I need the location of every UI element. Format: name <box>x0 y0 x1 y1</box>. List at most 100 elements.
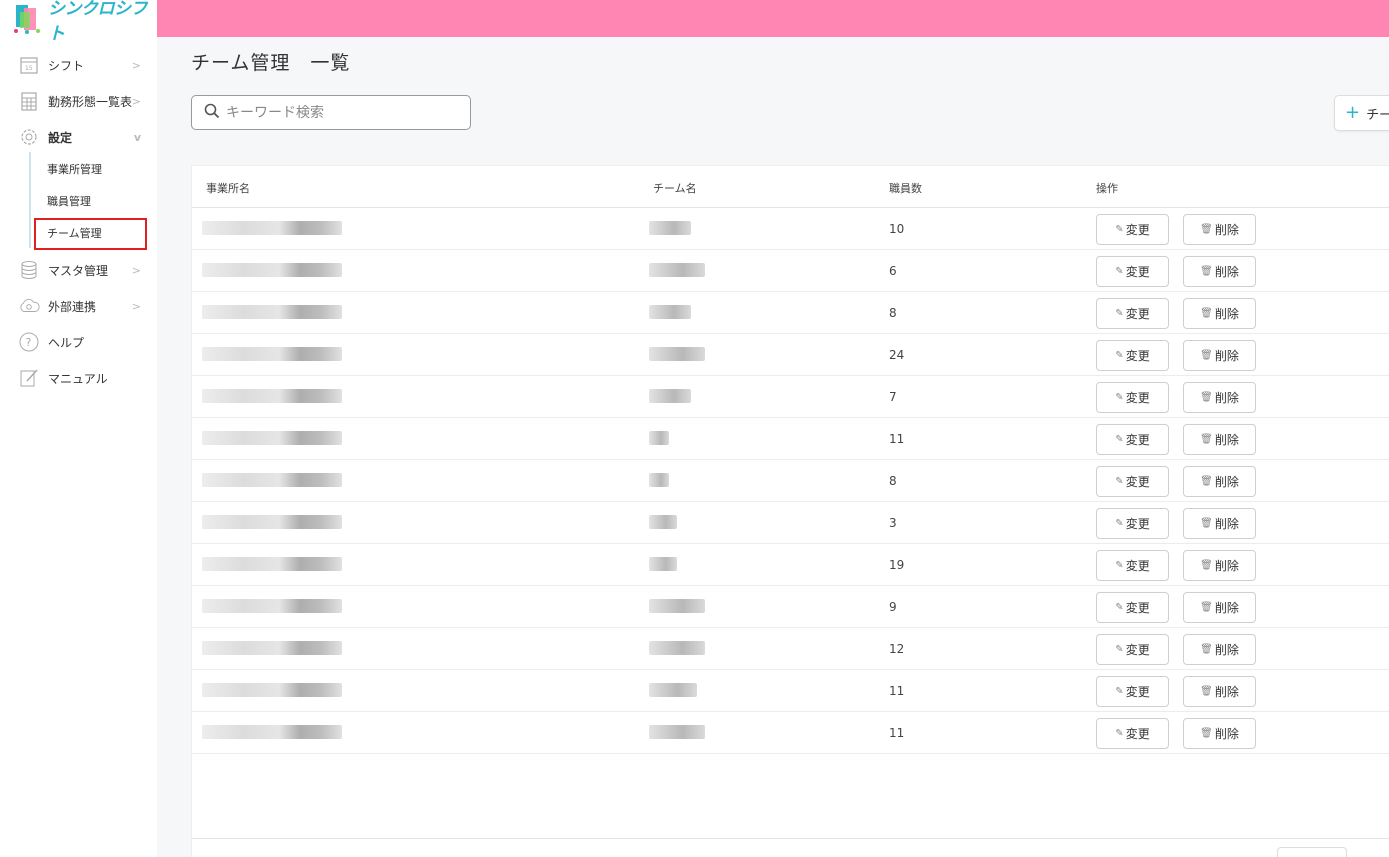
chevron-right-icon: > <box>131 94 141 108</box>
pagination-button[interactable] <box>1277 847 1347 857</box>
sidebar-item-label: 勤務形態一覧表 <box>48 94 133 109</box>
chevron-down-icon: v <box>133 130 141 144</box>
sidebar-item-manual[interactable]: マニュアル <box>0 363 157 393</box>
delete-button[interactable]: 🗑 削除 <box>1183 676 1256 707</box>
svg-text:?: ? <box>26 336 32 349</box>
table-row: 3 ✎ 変更 🗑 削除 <box>192 502 1389 544</box>
table-row: 12 ✎ 変更 🗑 削除 <box>192 628 1389 670</box>
pencil-icon: ✎ <box>1115 728 1124 739</box>
chevron-right-icon: > <box>131 263 141 277</box>
staff-count: 7 <box>889 390 897 404</box>
sidebar-item-integration[interactable]: 外部連携 > <box>0 291 157 321</box>
sidebar-item-label: シフト <box>48 58 85 73</box>
staff-count: 11 <box>889 726 905 740</box>
pencil-icon: ✎ <box>1115 602 1124 613</box>
sidebar-item-label: 外部連携 <box>48 299 97 314</box>
sidebar-item-label: マスタ管理 <box>48 263 109 278</box>
edit-button[interactable]: ✎ 変更 <box>1096 508 1169 539</box>
team-name-redacted <box>649 557 677 571</box>
edit-button[interactable]: ✎ 変更 <box>1096 634 1169 665</box>
gear-icon <box>18 126 40 148</box>
edit-button[interactable]: ✎ 変更 <box>1096 340 1169 371</box>
edit-button[interactable]: ✎ 変更 <box>1096 466 1169 497</box>
edit-button[interactable]: ✎ 変更 <box>1096 718 1169 749</box>
pencil-icon: ✎ <box>1115 476 1124 487</box>
sidebar: シンクロシフト 15 シフト > 勤務形態一覧表 > 設定 v 事業所管理 職員… <box>0 0 157 857</box>
add-button-label: チー <box>1366 107 1389 123</box>
delete-button-label: 削除 <box>1214 643 1239 657</box>
team-name-redacted <box>649 263 705 277</box>
staff-count: 3 <box>889 516 897 530</box>
edit-button-label: 変更 <box>1125 643 1150 657</box>
edit-button-label: 変更 <box>1125 559 1150 573</box>
svg-text:15: 15 <box>25 65 33 72</box>
help-icon: ? <box>18 331 40 353</box>
sidebar-item-master[interactable]: マスタ管理 > <box>0 255 157 285</box>
office-name-redacted <box>202 641 342 655</box>
table-row: 6 ✎ 変更 🗑 削除 <box>192 250 1389 292</box>
team-name-redacted <box>649 641 705 655</box>
sidebar-item-label: マニュアル <box>48 371 108 386</box>
edit-button[interactable]: ✎ 変更 <box>1096 676 1169 707</box>
office-name-redacted <box>202 305 342 319</box>
delete-button[interactable]: 🗑 削除 <box>1183 718 1256 749</box>
sidebar-item-label: 設定 <box>48 130 73 145</box>
delete-button-label: 削除 <box>1214 223 1239 237</box>
office-name-redacted <box>202 221 342 235</box>
delete-button[interactable]: 🗑 削除 <box>1183 424 1256 455</box>
add-team-button[interactable]: + チー <box>1334 95 1389 131</box>
plus-icon: + <box>1345 102 1361 123</box>
delete-button[interactable]: 🗑 削除 <box>1183 466 1256 497</box>
table-row: 9 ✎ 変更 🗑 削除 <box>192 586 1389 628</box>
column-header-count: 職員数 <box>889 182 922 195</box>
edit-button[interactable]: ✎ 変更 <box>1096 550 1169 581</box>
edit-button[interactable]: ✎ 変更 <box>1096 382 1169 413</box>
delete-button[interactable]: 🗑 削除 <box>1183 256 1256 287</box>
edit-button[interactable]: ✎ 変更 <box>1096 256 1169 287</box>
team-name-redacted <box>649 221 691 235</box>
table-row: 24 ✎ 変更 🗑 削除 <box>192 334 1389 376</box>
delete-button[interactable]: 🗑 削除 <box>1183 340 1256 371</box>
trash-icon: 🗑 <box>1200 266 1213 277</box>
delete-button[interactable]: 🗑 削除 <box>1183 214 1256 245</box>
delete-button[interactable]: 🗑 削除 <box>1183 298 1256 329</box>
search-box[interactable] <box>191 95 471 130</box>
edit-button[interactable]: ✎ 変更 <box>1096 592 1169 623</box>
sidebar-item-work-pattern[interactable]: 勤務形態一覧表 > <box>0 86 157 116</box>
staff-count: 8 <box>889 306 897 320</box>
table-icon <box>18 90 40 112</box>
search-input[interactable] <box>226 104 456 121</box>
edit-button-label: 変更 <box>1125 391 1150 405</box>
delete-button-label: 削除 <box>1214 391 1239 405</box>
pencil-icon: ✎ <box>1115 308 1124 319</box>
edit-button-label: 変更 <box>1125 223 1150 237</box>
table-footer-divider <box>192 838 1389 839</box>
delete-button[interactable]: 🗑 削除 <box>1183 382 1256 413</box>
chevron-right-icon: > <box>131 299 141 313</box>
sidebar-subitem-staff[interactable]: 職員管理 <box>47 192 91 212</box>
app-logo[interactable]: シンクロシフト <box>10 0 157 44</box>
trash-icon: 🗑 <box>1200 476 1213 487</box>
delete-button[interactable]: 🗑 削除 <box>1183 550 1256 581</box>
delete-button-label: 削除 <box>1214 685 1239 699</box>
trash-icon: 🗑 <box>1200 434 1213 445</box>
delete-button[interactable]: 🗑 削除 <box>1183 592 1256 623</box>
edit-button[interactable]: ✎ 変更 <box>1096 298 1169 329</box>
team-name-redacted <box>649 473 669 487</box>
sidebar-item-help[interactable]: ? ヘルプ <box>0 327 157 357</box>
sidebar-item-settings[interactable]: 設定 v <box>0 122 157 152</box>
sidebar-subitem-office[interactable]: 事業所管理 <box>47 160 102 180</box>
staff-count: 11 <box>889 432 905 446</box>
active-highlight-box <box>34 218 147 250</box>
edit-button-label: 変更 <box>1125 517 1150 531</box>
delete-button[interactable]: 🗑 削除 <box>1183 634 1256 665</box>
edit-button[interactable]: ✎ 変更 <box>1096 214 1169 245</box>
delete-button-label: 削除 <box>1214 601 1239 615</box>
trash-icon: 🗑 <box>1200 350 1213 361</box>
office-name-redacted <box>202 431 342 445</box>
delete-button[interactable]: 🗑 削除 <box>1183 508 1256 539</box>
team-name-redacted <box>649 347 705 361</box>
office-name-redacted <box>202 515 342 529</box>
edit-button[interactable]: ✎ 変更 <box>1096 424 1169 455</box>
sidebar-item-shift[interactable]: 15 シフト > <box>0 50 157 80</box>
